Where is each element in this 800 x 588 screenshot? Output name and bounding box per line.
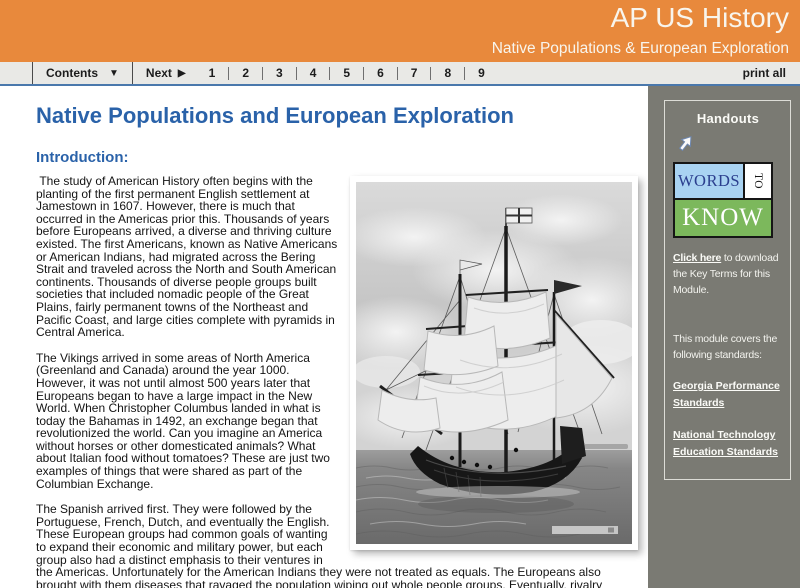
- contents-label: Contents: [46, 66, 98, 80]
- page-link-1[interactable]: 1: [196, 66, 229, 80]
- know-label: KNOW: [675, 198, 771, 236]
- page: AP US History Native Populations & Europ…: [0, 0, 800, 588]
- main-content: Native Populations and European Explorat…: [0, 86, 648, 588]
- georgia-performance-standards-link[interactable]: Georgia Performance Standards: [673, 378, 783, 412]
- sidebar: Handouts WORDS TO KNOW Click here to dow…: [648, 86, 800, 588]
- next-label: Next: [145, 66, 172, 80]
- national-technology-education-standards-link[interactable]: National Technology Education Standards: [673, 427, 783, 461]
- print-all-link[interactable]: print all: [743, 62, 800, 84]
- to-label: TO: [745, 164, 771, 198]
- header: AP US History Native Populations & Europ…: [0, 0, 800, 62]
- cursor-arrow-icon: [677, 134, 783, 154]
- words-label: WORDS: [675, 164, 745, 198]
- page-link-8[interactable]: 8: [430, 66, 464, 80]
- page-link-5[interactable]: 5: [329, 66, 363, 80]
- handouts-panel: Handouts WORDS TO KNOW Click here to dow…: [664, 100, 791, 480]
- sailing-ship-photo: [350, 176, 638, 550]
- page-link-3[interactable]: 3: [262, 66, 296, 80]
- app-title: AP US History: [610, 2, 789, 33]
- standards-intro: This module covers the following standar…: [673, 333, 778, 361]
- page-number-nav: 1 2 3 4 5 6 7 8 9: [196, 62, 498, 84]
- next-button[interactable]: Next ▶: [133, 62, 196, 84]
- arrow-right-icon: ▶: [177, 67, 186, 79]
- page-title: Native Populations and European Explorat…: [36, 103, 514, 128]
- introduction-heading: Introduction:: [36, 149, 129, 166]
- page-link-4[interactable]: 4: [295, 66, 330, 80]
- article-body: The study of American History often begi…: [36, 175, 640, 588]
- module-subtitle: Native Populations & European Exploratio…: [491, 40, 789, 57]
- page-link-2[interactable]: 2: [228, 66, 262, 80]
- contents-dropdown[interactable]: Contents ▼: [32, 62, 133, 84]
- download-sentence: Click here to download the Key Terms for…: [673, 250, 783, 298]
- content-area: Native Populations and European Explorat…: [0, 86, 800, 588]
- chevron-down-icon: ▼: [109, 67, 119, 79]
- click-here-link[interactable]: Click here: [673, 252, 721, 264]
- page-link-7[interactable]: 7: [396, 66, 431, 80]
- words-to-know-graphic[interactable]: WORDS TO KNOW: [673, 162, 773, 238]
- handouts-heading: Handouts: [696, 111, 760, 126]
- navigation-bar: Contents ▼ Next ▶ 1 2 3 4 5 6 7 8 9 prin…: [0, 62, 800, 86]
- page-link-9[interactable]: 9: [464, 66, 498, 80]
- page-link-6[interactable]: 6: [363, 66, 397, 80]
